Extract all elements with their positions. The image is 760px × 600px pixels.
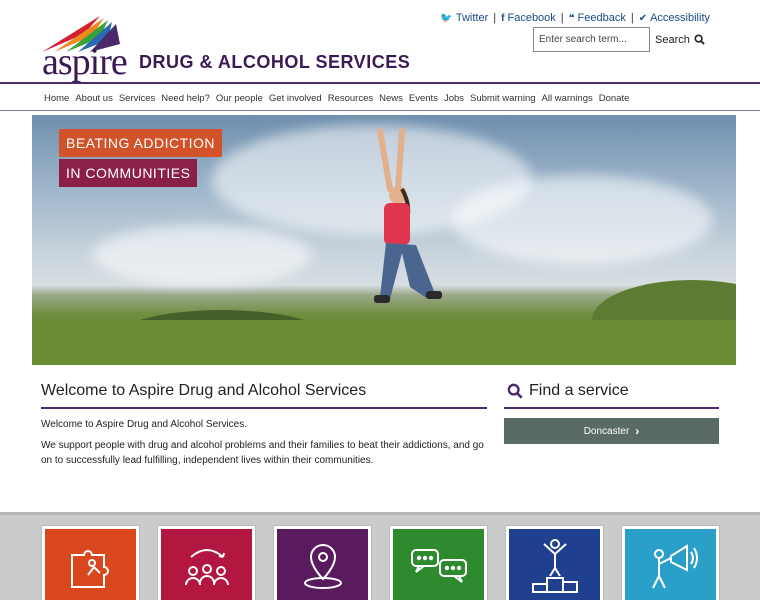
podium-person-icon <box>531 539 578 593</box>
nav-item-our-people[interactable]: Our people <box>216 93 263 104</box>
welcome-divider <box>41 407 487 409</box>
nav-item-need-help[interactable]: Need help? <box>161 93 210 104</box>
jumping-person-icon <box>374 128 442 303</box>
welcome-description: We support people with drug and alcohol … <box>41 440 484 466</box>
search-icon <box>694 34 705 45</box>
facebook-icon: f <box>501 13 505 24</box>
nav-item-submit-warning[interactable]: Submit warning <box>470 93 535 104</box>
nav-item-donate[interactable]: Donate <box>599 93 630 104</box>
nav-item-about-us[interactable]: About us <box>75 93 113 104</box>
nav-item-get-involved[interactable]: Get involved <box>269 93 322 104</box>
find-service-title: Find a service <box>529 382 629 399</box>
aspire-logo[interactable]: aspire DRUG & ALCOHOL SERVICES <box>42 14 410 83</box>
chat-bubbles-icon <box>410 549 467 583</box>
people-cycle-icon <box>184 549 229 586</box>
nav-item-home[interactable]: Home <box>44 93 69 104</box>
search-icon <box>507 383 523 399</box>
accessibility-link[interactable]: ✔ Accessibility <box>639 12 710 24</box>
find-service-divider <box>504 407 719 409</box>
facebook-link[interactable]: f Facebook <box>501 12 556 24</box>
chevron-right-icon: › <box>635 424 640 438</box>
nav-item-jobs[interactable]: Jobs <box>444 93 464 104</box>
search-button[interactable]: Search <box>655 27 705 52</box>
nav-item-resources[interactable]: Resources <box>328 93 373 104</box>
tile-podium[interactable] <box>506 526 603 600</box>
twitter-link[interactable]: 🐦 Twitter <box>440 12 488 24</box>
separator: | <box>493 12 497 24</box>
separator: | <box>560 12 564 24</box>
tile-puzzle[interactable] <box>42 526 139 600</box>
main-nav: Home About us Services Need help? Our pe… <box>44 93 629 104</box>
welcome-intro: Welcome to Aspire Drug and Alcohol Servi… <box>41 419 248 430</box>
feedback-link[interactable]: ❝ Feedback <box>569 12 626 24</box>
nav-item-news[interactable]: News <box>379 93 403 104</box>
location-pin-icon <box>303 543 342 589</box>
nav-item-services[interactable]: Services <box>119 93 155 104</box>
tile-megaphone[interactable] <box>622 526 719 600</box>
hero-cloud <box>452 175 712 265</box>
nav-divider <box>0 110 760 111</box>
megaphone-person-icon <box>651 544 698 589</box>
quote-icon: ❝ <box>568 13 575 24</box>
search-input[interactable] <box>533 27 650 52</box>
welcome-title: Welcome to Aspire Drug and Alcohol Servi… <box>41 382 367 399</box>
logo-wordmark: aspire <box>42 41 128 83</box>
logo-subtitle: DRUG & ALCOHOL SERVICES <box>139 52 411 72</box>
social-links: 🐦 Twitter | f Facebook | ❝ Feedback | ✔ Acce… <box>440 12 710 24</box>
find-service-heading: Find a service <box>507 382 629 400</box>
tile-people[interactable] <box>158 526 255 600</box>
nav-item-all-warnings[interactable]: All warnings <box>542 93 593 104</box>
doncaster-button[interactable]: Doncaster › <box>504 418 719 444</box>
tile-location[interactable] <box>274 526 371 600</box>
twitter-icon: 🐦 <box>440 13 453 24</box>
hero-banner: BEATING ADDICTION IN COMMUNITIES <box>32 115 736 365</box>
hero-cloud <box>92 225 312 285</box>
header-divider <box>0 82 760 84</box>
hero-tagline-line1: BEATING ADDICTION <box>59 129 223 157</box>
check-icon: ✔ <box>638 13 648 24</box>
puzzle-person-icon <box>70 550 109 588</box>
hero-tagline-line2: IN COMMUNITIES <box>59 159 198 187</box>
nav-item-events[interactable]: Events <box>409 93 438 104</box>
separator: | <box>630 12 634 24</box>
tile-chat[interactable] <box>390 526 487 600</box>
